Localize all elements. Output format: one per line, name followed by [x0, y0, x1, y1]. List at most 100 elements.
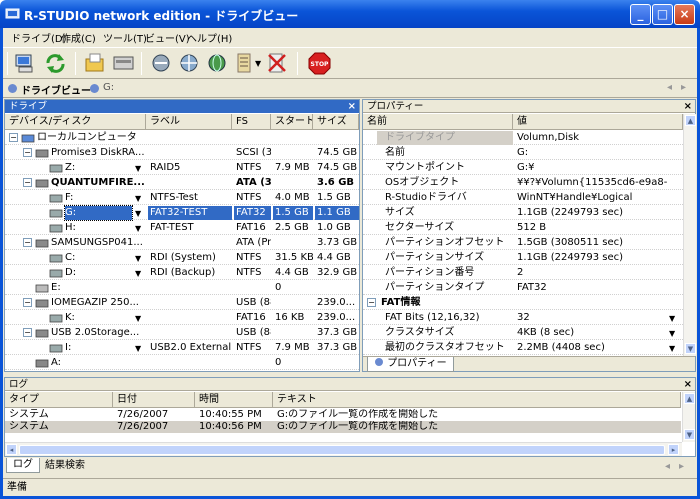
- drive-row[interactable]: E: 0: [5, 281, 359, 295]
- collapse-toggle-icon[interactable]: −: [367, 298, 376, 307]
- tab-properties[interactable]: プロパティー: [367, 357, 454, 372]
- drive-row[interactable]: H: ▼ FAT-TEST FAT16 2.5 GB 1.0 GB: [5, 221, 359, 235]
- log-row[interactable]: システム 7/26/2007 10:40:55 PM G:のファイル一覧の作成を開始し…: [5, 409, 681, 421]
- bottom-scroll-right[interactable]: ▸: [679, 461, 684, 472]
- col-prop-name[interactable]: 名前: [363, 114, 513, 130]
- drive-row[interactable]: I: ▼ USB2.0 External... NTFS 7.9 MB 37.3 GB: [5, 341, 359, 355]
- log-scroll-right-icon[interactable]: ▸: [668, 444, 679, 455]
- col-device[interactable]: デバイス/ディスク: [5, 114, 146, 130]
- partition-dropdown-icon[interactable]: ▼: [135, 344, 141, 353]
- property-group[interactable]: − FAT情報: [363, 296, 683, 310]
- drive-panel-close[interactable]: ×: [348, 100, 356, 113]
- col-label[interactable]: ラベル: [146, 114, 232, 130]
- drive-row[interactable]: − ローカルコンピュータ: [5, 131, 359, 145]
- menu-drive[interactable]: ドライブ(D): [11, 30, 67, 45]
- log-scroll-left-icon[interactable]: ◂: [6, 444, 17, 455]
- expand-toggle-icon[interactable]: −: [23, 238, 32, 247]
- col-log-date[interactable]: 日付: [113, 392, 195, 408]
- log-hscrollbar[interactable]: ◂ ▸: [5, 442, 682, 456]
- drive-row[interactable]: − Promise3 DiskRA... SCSI (3:0) 74.5 GB: [5, 146, 359, 160]
- menu-create[interactable]: 作成(C): [61, 30, 96, 45]
- property-row[interactable]: OSオブジェクト ¥¥?¥Volumn{11535cd6-e9a8-1...: [363, 176, 683, 190]
- properties-panel-close[interactable]: ×: [684, 100, 692, 113]
- property-row[interactable]: マウントポイント G:¥: [363, 161, 683, 175]
- tab-log[interactable]: ログ: [6, 458, 40, 473]
- menu-tools[interactable]: ツール(T): [103, 30, 147, 45]
- expand-toggle-icon[interactable]: −: [9, 133, 18, 142]
- log-scroll-down-icon[interactable]: ▼: [684, 429, 695, 440]
- property-row[interactable]: パーティションタイプ FAT32: [363, 281, 683, 295]
- computer-icon[interactable]: [13, 51, 38, 76]
- expand-toggle-icon[interactable]: −: [23, 148, 32, 157]
- property-row[interactable]: R-Studioドライバ WinNT¥Handle¥Logical: [363, 191, 683, 205]
- col-start[interactable]: スタート: [271, 114, 313, 130]
- scroll-up-icon[interactable]: ▲: [685, 115, 696, 126]
- drive-row[interactable]: − USB 2.0Storage... USB (88:16) 37.3 GB: [5, 326, 359, 340]
- drive-row[interactable]: − SAMSUNGSP041... ATA (Primary ... 3.73 GB: [5, 236, 359, 250]
- tab-scroll-left[interactable]: ◂: [667, 82, 672, 93]
- close-button[interactable]: ×: [674, 4, 695, 25]
- property-row[interactable]: 名前 G:: [363, 146, 683, 160]
- drive-row[interactable]: K: ▼ FAT16 16 KB 239.0...: [5, 311, 359, 325]
- property-row[interactable]: ドライブタイプ Volumn,Disk: [363, 131, 683, 145]
- tab-g-drive[interactable]: G:: [103, 82, 114, 93]
- value-dropdown-icon[interactable]: ▼: [669, 314, 675, 323]
- tab-search-results[interactable]: 結果検索: [39, 459, 91, 474]
- property-row[interactable]: サイズ 1.1GB (2249793 sec): [363, 206, 683, 220]
- globe-icon[interactable]: [205, 51, 230, 76]
- open-folder-icon[interactable]: [83, 51, 108, 76]
- value-dropdown-icon[interactable]: ▼: [669, 344, 675, 353]
- minimize-button[interactable]: _: [630, 4, 651, 25]
- cancel-icon[interactable]: [265, 51, 290, 76]
- value-dropdown-icon[interactable]: ▼: [669, 329, 675, 338]
- partition-dropdown-icon[interactable]: ▼: [135, 224, 141, 233]
- properties-scrollbar[interactable]: ▲ ▼: [683, 114, 696, 356]
- drive-row[interactable]: D: ▼ RDI (Backup) NTFS 4.4 GB 32.9 GB: [5, 266, 359, 280]
- expand-toggle-icon[interactable]: −: [23, 328, 32, 337]
- property-row[interactable]: 最初のクラスタオフセット 2.2MB (4408 sec) ▼: [363, 341, 683, 355]
- drive-row[interactable]: C: ▼ RDI (System) NTFS 31.5 KB 4.4 GB: [5, 251, 359, 265]
- partition-dropdown-icon[interactable]: ▼: [135, 269, 141, 278]
- stop-icon[interactable]: STOP: [307, 51, 332, 76]
- col-log-type[interactable]: タイプ: [5, 392, 113, 408]
- drive-row[interactable]: F: ▼ NTFS-Test NTFS 4.0 MB 1.5 GB: [5, 191, 359, 205]
- dropdown-icon[interactable]: ▼: [255, 59, 261, 68]
- expand-toggle-icon[interactable]: −: [23, 298, 32, 307]
- bottom-scroll-left[interactable]: ◂: [665, 461, 670, 472]
- partition-dropdown-icon[interactable]: ▼: [135, 209, 141, 218]
- property-row[interactable]: パーティション番号 2: [363, 266, 683, 280]
- log-vscrollbar[interactable]: ▲ ▼: [682, 392, 695, 442]
- partition-dropdown-icon[interactable]: ▼: [135, 164, 141, 173]
- menu-view[interactable]: ビュー(V): [145, 30, 190, 45]
- drive-row[interactable]: G: ▼ FAT32-TEST FAT32 1.5 GB 1.1 GB: [5, 205, 359, 221]
- network-icon[interactable]: [177, 51, 202, 76]
- drive-row[interactable]: A: 0: [5, 356, 359, 370]
- drive-row[interactable]: − QUANTUMFIRE... ATA (3rd Ma... 3.6 GB: [5, 176, 359, 190]
- col-log-text[interactable]: テキスト: [273, 392, 681, 408]
- partition-dropdown-icon[interactable]: ▼: [135, 194, 141, 203]
- scan-icon[interactable]: [111, 51, 136, 76]
- property-row[interactable]: FAT Bits (12,16,32) 32 ▼: [363, 311, 683, 325]
- drive-row[interactable]: Z: ▼ RAID5 NTFS 7.9 MB 74.5 GB: [5, 161, 359, 175]
- tab-drive-view[interactable]: ドライブビュー: [21, 82, 91, 97]
- col-fs[interactable]: FS: [232, 114, 271, 130]
- property-row[interactable]: パーティションサイズ 1.1GB (2249793 sec): [363, 251, 683, 265]
- log-hscroll-thumb[interactable]: [19, 445, 665, 455]
- property-row[interactable]: クラスタサイズ 4KB (8 sec) ▼: [363, 326, 683, 340]
- refresh-icon[interactable]: [43, 51, 68, 76]
- scroll-down-icon[interactable]: ▼: [685, 343, 696, 354]
- col-prop-value[interactable]: 値: [513, 114, 683, 130]
- col-size[interactable]: サイズ: [313, 114, 359, 130]
- log-panel-close[interactable]: ×: [684, 378, 692, 391]
- partition-dropdown-icon[interactable]: ▼: [135, 314, 141, 323]
- maximize-button[interactable]: □: [652, 4, 673, 25]
- partition-dropdown-icon[interactable]: ▼: [135, 254, 141, 263]
- menu-help[interactable]: ヘルプ(H): [187, 30, 232, 45]
- tab-scroll-right[interactable]: ▸: [681, 82, 686, 93]
- col-log-time[interactable]: 時間: [195, 392, 273, 408]
- log-scroll-up-icon[interactable]: ▲: [684, 393, 695, 404]
- property-row[interactable]: パーティションオフセット 1.5GB (3080511 sec): [363, 236, 683, 250]
- expand-toggle-icon[interactable]: −: [23, 178, 32, 187]
- connect-icon[interactable]: [149, 51, 174, 76]
- drive-row[interactable]: − IOMEGAZIP 250... USB (88:16) 239.0...: [5, 296, 359, 310]
